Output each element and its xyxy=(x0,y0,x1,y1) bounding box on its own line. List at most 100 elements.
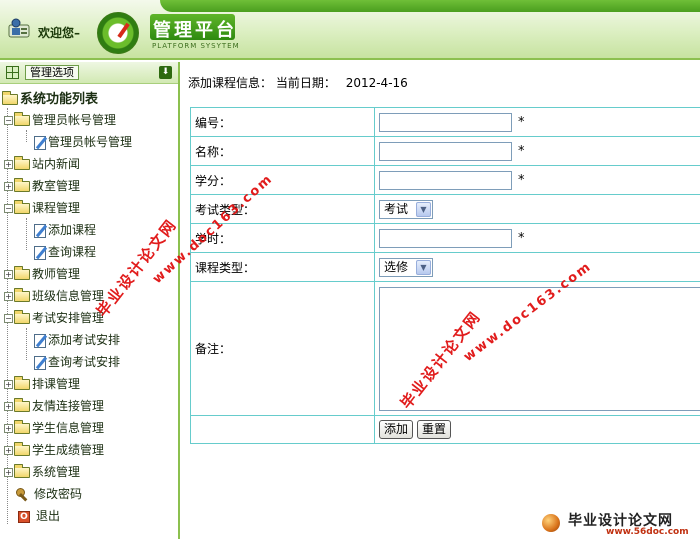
tree-item-label: 查询课程 xyxy=(48,245,97,259)
expand-plus-icon[interactable]: + xyxy=(4,446,13,455)
folder-icon xyxy=(14,442,30,456)
field-cell: * xyxy=(374,223,700,253)
form-row-exam-type: 考试类型： 考试 ▼ xyxy=(190,194,700,224)
folder-icon xyxy=(14,420,30,434)
required-mark: * xyxy=(518,172,525,188)
credit-input[interactable] xyxy=(379,170,512,190)
folder-icon xyxy=(14,266,30,280)
tree-root-label: 系统功能列表 xyxy=(20,92,99,107)
tree-item-query-course[interactable]: 查询课程 xyxy=(34,242,96,262)
field-cell: * xyxy=(374,136,700,166)
platform-logo-icon xyxy=(97,12,139,54)
field-label: 备注： xyxy=(190,281,375,416)
page-edit-icon xyxy=(34,245,46,260)
main-content: 添加课程信息： 当前日期： 2012-4-16 编号： * 名称： * 学分： … xyxy=(182,62,700,539)
tree-item-site-news[interactable]: + 站内新闻 xyxy=(4,154,80,174)
header-curve xyxy=(160,0,700,12)
tree-item-label: 退出 xyxy=(36,509,61,523)
date-label: 当前日期： xyxy=(275,76,336,90)
field-cell: 考试 ▼ xyxy=(374,194,700,224)
tree-item-system[interactable]: + 系统管理 xyxy=(4,462,80,482)
hours-input[interactable] xyxy=(379,228,512,248)
form-row-name: 名称： * xyxy=(190,136,700,166)
expand-plus-icon[interactable]: + xyxy=(4,160,13,169)
sidebar-panel-title: 管理选项 xyxy=(25,65,79,80)
tree-item-scheduling[interactable]: + 排课管理 xyxy=(4,374,80,394)
folder-open-icon xyxy=(14,112,30,126)
form-row-course-type: 课程类型： 选修 ▼ xyxy=(190,252,700,282)
collapse-minus-icon[interactable]: − xyxy=(4,116,13,125)
tree-item-label: 课程管理 xyxy=(32,201,81,215)
tree-item-change-password[interactable]: 修改密码 xyxy=(16,484,82,504)
tree-root[interactable]: 系统功能列表 xyxy=(2,90,98,110)
tree-item-label: 学生信息管理 xyxy=(32,421,105,435)
collapse-minus-icon[interactable]: − xyxy=(4,204,13,213)
tree-item-class-info[interactable]: + 班级信息管理 xyxy=(4,286,104,306)
sidebar-header: 管理选项 ⬇ xyxy=(0,62,178,84)
tree-item-label: 教室管理 xyxy=(32,179,81,193)
tree-item-label: 添加课程 xyxy=(48,223,97,237)
footer-logo-url: www.56doc.com xyxy=(606,527,689,537)
tree-item-admin-account[interactable]: 管理员帐号管理 xyxy=(34,132,132,152)
tree-item-label: 查询考试安排 xyxy=(48,355,121,369)
expand-plus-icon[interactable]: + xyxy=(4,402,13,411)
exam-type-select[interactable]: 考试 ▼ xyxy=(379,199,433,219)
collapse-arrow-icon[interactable]: ⬇ xyxy=(159,66,172,79)
platform-title: 管理平台 xyxy=(153,20,237,41)
expand-plus-icon[interactable]: + xyxy=(4,424,13,433)
folder-icon xyxy=(14,398,30,412)
field-label: 名称： xyxy=(190,136,375,166)
expand-plus-icon[interactable]: + xyxy=(4,468,13,477)
field-label: 学分： xyxy=(190,165,375,195)
folder-open-icon xyxy=(14,310,30,324)
footer-logo: 毕业设计论文网 www.56doc.com xyxy=(528,508,700,539)
tree-item-course-group[interactable]: − 课程管理 xyxy=(4,198,80,218)
tree-item-add-exam[interactable]: 添加考试安排 xyxy=(34,330,120,350)
tree-item-label: 教师管理 xyxy=(32,267,81,281)
expand-plus-icon[interactable]: + xyxy=(4,380,13,389)
header-banner: 欢迎您– 管理平台 PLATFORM SYSYTEM xyxy=(0,0,700,60)
tree-item-add-course[interactable]: 添加课程 xyxy=(34,220,96,240)
course-type-value: 选修 xyxy=(384,259,409,274)
tree-item-admin-account-group[interactable]: − 管理员帐号管理 xyxy=(4,110,116,130)
folder-open-icon xyxy=(2,91,18,105)
tree-item-teacher[interactable]: + 教师管理 xyxy=(4,264,80,284)
page-edit-icon xyxy=(34,355,46,370)
empty-cell xyxy=(190,415,375,444)
page-edit-icon xyxy=(34,223,46,238)
logo-ball-icon xyxy=(542,514,560,532)
expand-plus-icon[interactable]: + xyxy=(4,182,13,191)
number-input[interactable] xyxy=(379,112,512,132)
tree-item-label: 管理员帐号管理 xyxy=(48,135,133,149)
expand-plus-icon[interactable]: + xyxy=(4,292,13,301)
required-mark: * xyxy=(518,143,525,159)
folder-icon xyxy=(14,464,30,478)
form-row-number: 编号： * xyxy=(190,107,700,137)
exam-type-value: 考试 xyxy=(384,201,409,216)
chevron-down-icon[interactable]: ▼ xyxy=(416,201,431,217)
course-type-select[interactable]: 选修 ▼ xyxy=(379,257,433,277)
tree-item-label: 考试安排管理 xyxy=(32,311,105,325)
tree-item-logout[interactable]: O 退出 xyxy=(18,506,60,526)
tree-item-label: 添加考试安排 xyxy=(48,333,121,347)
tree-item-student-scores[interactable]: + 学生成绩管理 xyxy=(4,440,104,460)
grid-icon xyxy=(6,66,19,79)
actions-cell: 添加 重置 xyxy=(374,415,700,444)
tree-item-classroom[interactable]: + 教室管理 xyxy=(4,176,80,196)
tree-item-student-info[interactable]: + 学生信息管理 xyxy=(4,418,104,438)
tree-item-label: 修改密码 xyxy=(34,487,83,501)
folder-icon xyxy=(14,178,30,192)
field-cell: * xyxy=(374,165,700,195)
expand-plus-icon[interactable]: + xyxy=(4,270,13,279)
reset-button[interactable]: 重置 xyxy=(417,420,452,439)
name-input[interactable] xyxy=(379,141,512,161)
tree-item-links[interactable]: + 友情连接管理 xyxy=(4,396,104,416)
key-icon xyxy=(16,487,30,502)
form-row-hours: 学时： * xyxy=(190,223,700,253)
tree-item-exam-group[interactable]: − 考试安排管理 xyxy=(4,308,104,328)
add-button[interactable]: 添加 xyxy=(379,420,414,439)
chevron-down-icon[interactable]: ▼ xyxy=(416,259,431,275)
tree-item-query-exam[interactable]: 查询考试安排 xyxy=(34,352,120,372)
collapse-minus-icon[interactable]: − xyxy=(4,314,13,323)
field-label: 编号： xyxy=(190,107,375,137)
